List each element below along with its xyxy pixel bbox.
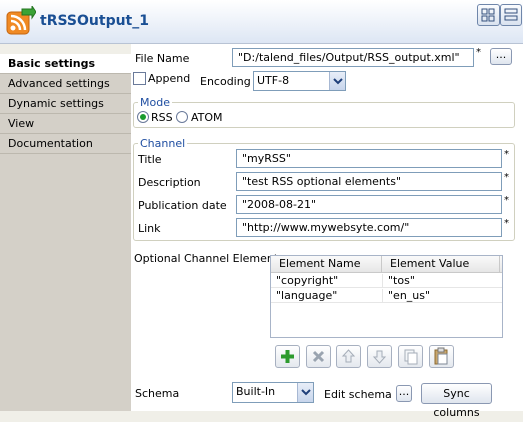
- title-field[interactable]: "myRSS": [236, 149, 502, 168]
- plus-icon: [281, 350, 294, 363]
- list-icon: [504, 8, 518, 21]
- optional-elements-table: Element Name Element Value "copyright" "…: [270, 255, 503, 338]
- description-required-mark: *: [504, 172, 509, 183]
- schema-select[interactable]: Built-In: [232, 382, 314, 403]
- copy-button[interactable]: [398, 345, 423, 368]
- paste-icon: [434, 347, 448, 365]
- link-label: Link: [138, 222, 161, 235]
- rss-radio[interactable]: [137, 111, 149, 123]
- file-browse-button[interactable]: ...: [490, 48, 512, 65]
- sidebar-item-dynamic-settings[interactable]: Dynamic settings: [0, 94, 131, 114]
- schema-label: Schema: [135, 387, 180, 400]
- window-title: tRSSOutput_1: [40, 13, 149, 29]
- table-header: Element Name Element Value: [271, 256, 502, 273]
- sidebar-item-label: View: [8, 117, 35, 130]
- move-down-button[interactable]: [367, 345, 392, 368]
- sidebar: Basic settings Advanced settings Dynamic…: [0, 54, 131, 411]
- sidebar-item-label: Basic settings: [8, 57, 96, 70]
- table-cell: "copyright": [276, 274, 339, 287]
- append-label: Append: [148, 72, 191, 85]
- link-required-mark: *: [504, 218, 509, 229]
- delete-icon: [312, 350, 325, 363]
- column-header-element-name[interactable]: Element Name: [271, 256, 382, 273]
- link-field[interactable]: "http://www.mywebsyte.com/": [236, 218, 502, 237]
- encoding-label: Encoding: [200, 75, 251, 88]
- sidebar-item-advanced-settings[interactable]: Advanced settings: [0, 74, 131, 94]
- sidebar-item-label: Documentation: [8, 137, 93, 150]
- arrow-down-icon: [372, 350, 387, 364]
- move-up-button[interactable]: [336, 345, 361, 368]
- sidebar-item-label: Dynamic settings: [8, 97, 104, 110]
- rss-component-icon: [6, 4, 37, 36]
- radio-selected-dot: [140, 114, 146, 120]
- table-cell: "tos": [382, 274, 415, 288]
- remove-row-button[interactable]: [306, 345, 331, 368]
- table-cell: "language": [276, 289, 338, 302]
- mode-group-title: Mode: [138, 96, 172, 109]
- column-header-element-value[interactable]: Element Value: [382, 256, 500, 273]
- sync-columns-button[interactable]: Sync columns: [421, 383, 492, 419]
- arrow-up-icon: [341, 349, 356, 363]
- publication-date-field[interactable]: "2008-08-21": [236, 195, 502, 214]
- description-field[interactable]: "test RSS optional elements": [236, 172, 502, 191]
- append-checkbox[interactable]: [133, 72, 146, 85]
- add-row-button[interactable]: [275, 345, 300, 368]
- file-name-field[interactable]: "D:/talend_files/Output/RSS_output.xml": [232, 48, 474, 67]
- atom-radio-label: ATOM: [191, 111, 223, 124]
- sidebar-item-basic-settings[interactable]: Basic settings: [0, 54, 131, 74]
- sidebar-item-view[interactable]: View: [0, 114, 131, 134]
- atom-radio[interactable]: [176, 111, 188, 123]
- tile-icon: [481, 8, 495, 22]
- description-label: Description: [138, 176, 201, 189]
- sidebar-item-label: Advanced settings: [8, 77, 110, 90]
- copy-icon: [404, 349, 418, 365]
- table-cell: "en_us": [382, 289, 430, 303]
- table-row[interactable]: "copyright" "tos": [271, 274, 502, 288]
- rss-radio-label: RSS: [151, 111, 173, 124]
- file-name-label: File Name: [135, 52, 190, 65]
- paste-button[interactable]: [429, 345, 454, 368]
- chevron-down-icon[interactable]: [297, 383, 313, 402]
- title-required-mark: *: [504, 149, 509, 160]
- list-view-button[interactable]: [500, 4, 522, 26]
- publication-date-label: Publication date: [138, 199, 227, 212]
- schema-value: Built-In: [236, 385, 276, 398]
- sidebar-item-documentation[interactable]: Documentation: [0, 134, 131, 154]
- tile-view-button[interactable]: [477, 4, 500, 26]
- edit-schema-label: Edit schema: [324, 388, 392, 401]
- title-bar: tRSSOutput_1: [0, 0, 523, 44]
- optional-elements-label: Optional Channel Elements: [134, 252, 284, 265]
- encoding-select[interactable]: UTF-8: [253, 71, 346, 91]
- edit-schema-button[interactable]: ...: [396, 385, 412, 402]
- publication-date-required-mark: *: [504, 195, 509, 206]
- channel-group-title: Channel: [138, 137, 188, 150]
- title-label: Title: [138, 153, 162, 166]
- chevron-down-icon[interactable]: [329, 72, 345, 90]
- file-required-mark: *: [476, 47, 481, 58]
- table-row[interactable]: "language" "en_us": [271, 289, 502, 303]
- encoding-value: UTF-8: [257, 74, 290, 87]
